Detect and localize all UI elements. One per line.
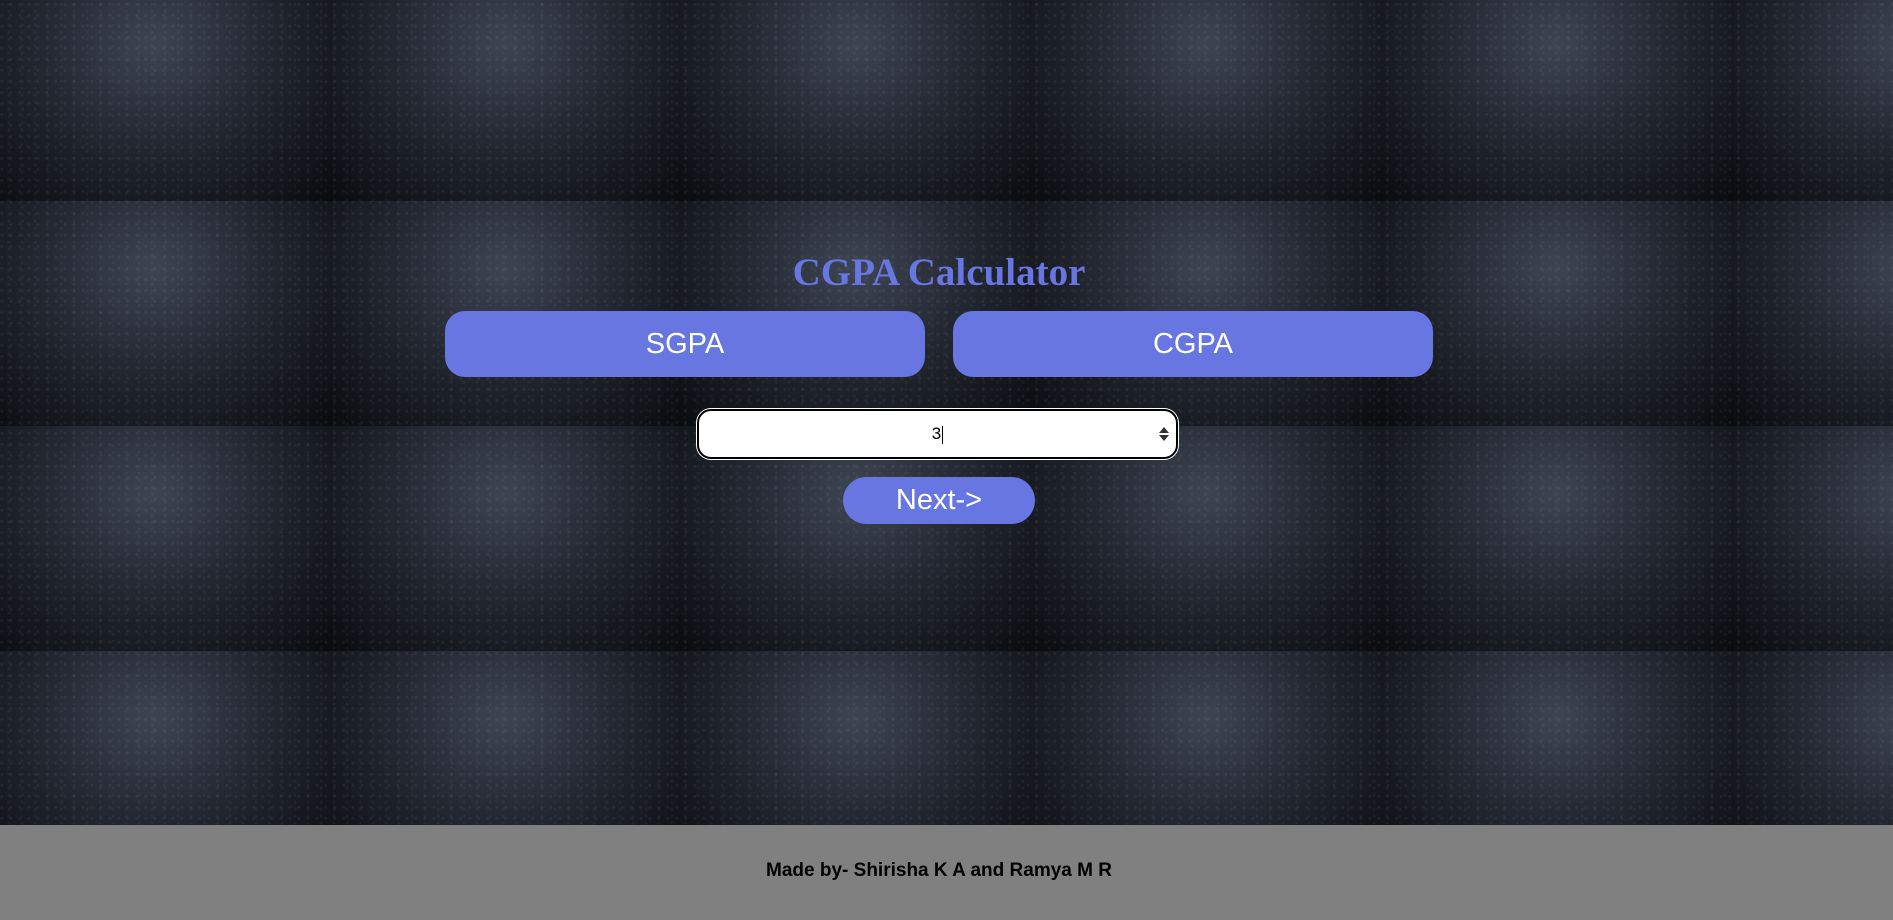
footer: Made by- Shirisha K A and Ramya M R [0,825,1893,920]
semester-number-value: 3 [931,424,942,443]
sgpa-button[interactable]: SGPA [445,311,925,377]
page-title: CGPA Calculator [792,251,1086,294]
next-button[interactable]: Next-> [843,477,1035,524]
semester-number-input[interactable]: 3 [697,409,1178,459]
footer-credits: Made by- Shirisha K A and Ramya M R [766,860,1112,881]
cgpa-button[interactable]: CGPA [953,311,1433,377]
spinner-down-icon[interactable] [1159,435,1169,441]
number-spinner[interactable] [1158,423,1170,445]
spinner-up-icon[interactable] [1159,427,1169,433]
